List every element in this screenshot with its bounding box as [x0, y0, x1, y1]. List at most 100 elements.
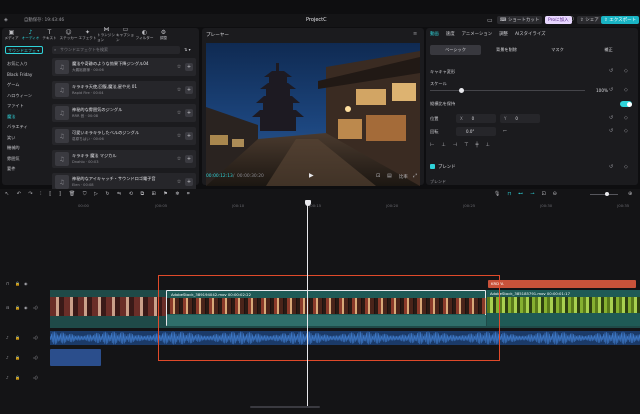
track-visibility-icon[interactable]: ◉ — [24, 305, 28, 310]
toolbar-sticker-button[interactable]: ☺ ステッカー — [59, 28, 78, 42]
toolbar-text-button[interactable]: T テキスト — [40, 28, 59, 42]
position-y-input[interactable]: Y 0 — [500, 114, 540, 123]
align-bottom-icon[interactable]: ⊥ — [485, 142, 489, 148]
shortcut-button[interactable]: ⌨ ショートカット — [497, 16, 543, 24]
split-icon[interactable]: ⫶ — [40, 191, 41, 197]
preview-axis-icon[interactable]: ⊡ — [541, 191, 545, 197]
properties-tab[interactable]: AIスタイライズ — [515, 31, 546, 37]
delete-icon[interactable]: 🗑 — [69, 191, 75, 197]
leading-video-clip[interactable] — [50, 297, 166, 316]
add-icon[interactable]: + — [185, 178, 193, 186]
search-input[interactable]: ⌕ サウンドエフェクトを検索 — [52, 46, 180, 54]
toolbar-transition-button[interactable]: ⋈ トランジション — [97, 27, 116, 43]
align-left-icon[interactable]: ⊢ — [430, 142, 434, 148]
reset-icon[interactable]: ↺ — [609, 115, 613, 121]
split-right-icon[interactable]: ⟧ — [59, 191, 61, 197]
mirror-icon[interactable]: ⇋ — [117, 191, 121, 197]
audio-track-icon[interactable]: ♪ — [6, 335, 9, 340]
transform-icon[interactable]: ⌗ — [187, 191, 190, 197]
project-name[interactable]: ProjectC — [306, 17, 327, 23]
track-lock-icon[interactable]: ⊓ — [6, 281, 9, 286]
fit-icon[interactable]: ⊞ — [152, 191, 156, 197]
category-item[interactable]: 機械的 — [2, 143, 47, 154]
playhead-handle[interactable] — [304, 200, 311, 206]
rotate-icon[interactable]: ⟲ — [129, 191, 133, 197]
toolbar-filter-button[interactable]: ◐ フィルター — [135, 28, 154, 42]
properties-subtab[interactable]: 背景を削除 — [481, 45, 532, 55]
category-dropdown[interactable]: サウンドエフェ ▾ — [5, 46, 43, 54]
track-lock-icon[interactable]: 🔒 — [15, 355, 20, 360]
video-clip-2[interactable]: AdobeStock_385185791.mov 00:00:01:17 — [487, 290, 640, 326]
snap-icon[interactable]: ⊸ — [530, 191, 534, 197]
add-icon[interactable]: + — [185, 86, 193, 94]
marker-icon[interactable]: ⚑ — [163, 191, 167, 197]
uniform-scale-toggle[interactable] — [620, 101, 632, 107]
track-mute-icon[interactable]: ◁) — [33, 305, 38, 310]
loop-icon[interactable]: ↻ — [105, 191, 109, 197]
track-type-icon[interactable]: ⊟ — [6, 305, 9, 310]
pro-subscribe-button[interactable]: Proに加入 — [545, 16, 572, 24]
properties-subtab[interactable]: ベーシック — [430, 45, 481, 55]
add-icon[interactable]: + — [185, 155, 193, 163]
align-center-icon[interactable]: ⊥ — [441, 142, 445, 148]
play-mode-icon[interactable]: ▷ — [94, 191, 98, 197]
keyframe-icon[interactable]: ◇ — [624, 164, 628, 170]
rotate-dial-icon[interactable]: ⌐ — [503, 128, 507, 134]
track-mute-icon[interactable]: ◁) — [33, 355, 38, 360]
position-x-input[interactable]: X 0 — [456, 114, 496, 123]
properties-subtab[interactable]: マスク — [532, 45, 583, 55]
layout-icon[interactable]: ▭ — [487, 17, 493, 24]
align-middle-icon[interactable]: ╪ — [475, 142, 478, 148]
category-item[interactable]: 魔法 — [2, 112, 47, 123]
category-item[interactable]: ファイト — [2, 101, 47, 112]
quality-icon[interactable]: ▤ — [387, 173, 392, 179]
category-item[interactable]: お気に入り — [2, 59, 47, 70]
timeline-scrollbar[interactable] — [250, 406, 320, 408]
keyframe-icon[interactable]: ◇ — [624, 115, 628, 121]
category-item[interactable]: 要件 — [2, 164, 47, 175]
align-top-icon[interactable]: ⊤ — [464, 142, 468, 148]
undo-icon[interactable]: ↶ — [17, 191, 21, 197]
scale-slider-thumb[interactable] — [459, 88, 464, 93]
reset-icon[interactable]: ↺ — [609, 68, 613, 74]
redo-icon[interactable]: ↷ — [28, 191, 32, 197]
favorite-star-icon[interactable]: ☆ — [175, 132, 183, 140]
toolbar-effects-button[interactable]: ✦ エフェクト — [78, 28, 97, 42]
keyframe-icon[interactable]: ◇ — [624, 128, 628, 134]
blend-checkbox[interactable] — [430, 164, 435, 169]
zoom-in-icon[interactable]: ⊕ — [628, 191, 632, 197]
category-item[interactable]: バラエティ — [2, 122, 47, 133]
crop-icon[interactable]: ⊡ — [376, 173, 380, 179]
fullscreen-icon[interactable]: ⤢ — [413, 173, 417, 179]
magnet-icon[interactable]: ⊓ — [507, 191, 511, 197]
reset-icon[interactable]: ↺ — [609, 128, 613, 134]
toolbar-media-button[interactable]: ▣ メディア — [2, 28, 21, 42]
favorite-star-icon[interactable]: ☆ — [175, 155, 183, 163]
add-icon[interactable]: + — [185, 63, 193, 71]
properties-tab[interactable]: 動画 — [430, 31, 439, 37]
overlay-clip[interactable]: KRDFA — [488, 280, 636, 288]
audio-track-icon[interactable]: ♪ — [6, 375, 9, 380]
music-list-item[interactable]: ♫ 魔法や奇跡のような効果下降ジングル04 大義裕魔様 · 00:06 ☆ + — [52, 58, 196, 76]
toolbar-adjust-button[interactable]: ⚙ 調整 — [154, 28, 173, 42]
keyframe-icon[interactable]: ◇ — [624, 87, 628, 93]
zoom-slider-thumb[interactable] — [605, 192, 609, 196]
microphone-icon[interactable]: 🎙 — [494, 191, 500, 197]
reset-icon[interactable]: ↺ — [609, 87, 613, 93]
toolbar-audio-button[interactable]: ♪ オーディオ — [21, 28, 40, 42]
crop-tool-icon[interactable]: ⧉ — [140, 191, 144, 197]
favorite-star-icon[interactable]: ☆ — [175, 63, 183, 71]
zoom-slider-track[interactable] — [590, 194, 618, 195]
music-list-item[interactable]: ♫ キラキラ天使,回復,魔法,星や光 01 Rapid Fire · 00:04 ☆ + — [52, 81, 196, 99]
category-item[interactable]: ハロウィーン — [2, 91, 47, 102]
properties-tab[interactable]: アニメーション — [462, 31, 493, 37]
track-mute-icon[interactable]: ◁) — [33, 335, 38, 340]
favorite-star-icon[interactable]: ☆ — [175, 86, 183, 94]
audio-track-icon[interactable]: ♪ — [6, 355, 9, 360]
add-icon[interactable]: + — [185, 132, 193, 140]
keyframe-icon[interactable]: ◇ — [624, 68, 628, 74]
scale-value[interactable]: 100% — [596, 88, 608, 93]
ratio-button[interactable]: 比率 — [399, 174, 408, 180]
play-icon[interactable]: ▶ — [309, 172, 314, 179]
video-preview[interactable] — [206, 43, 420, 186]
